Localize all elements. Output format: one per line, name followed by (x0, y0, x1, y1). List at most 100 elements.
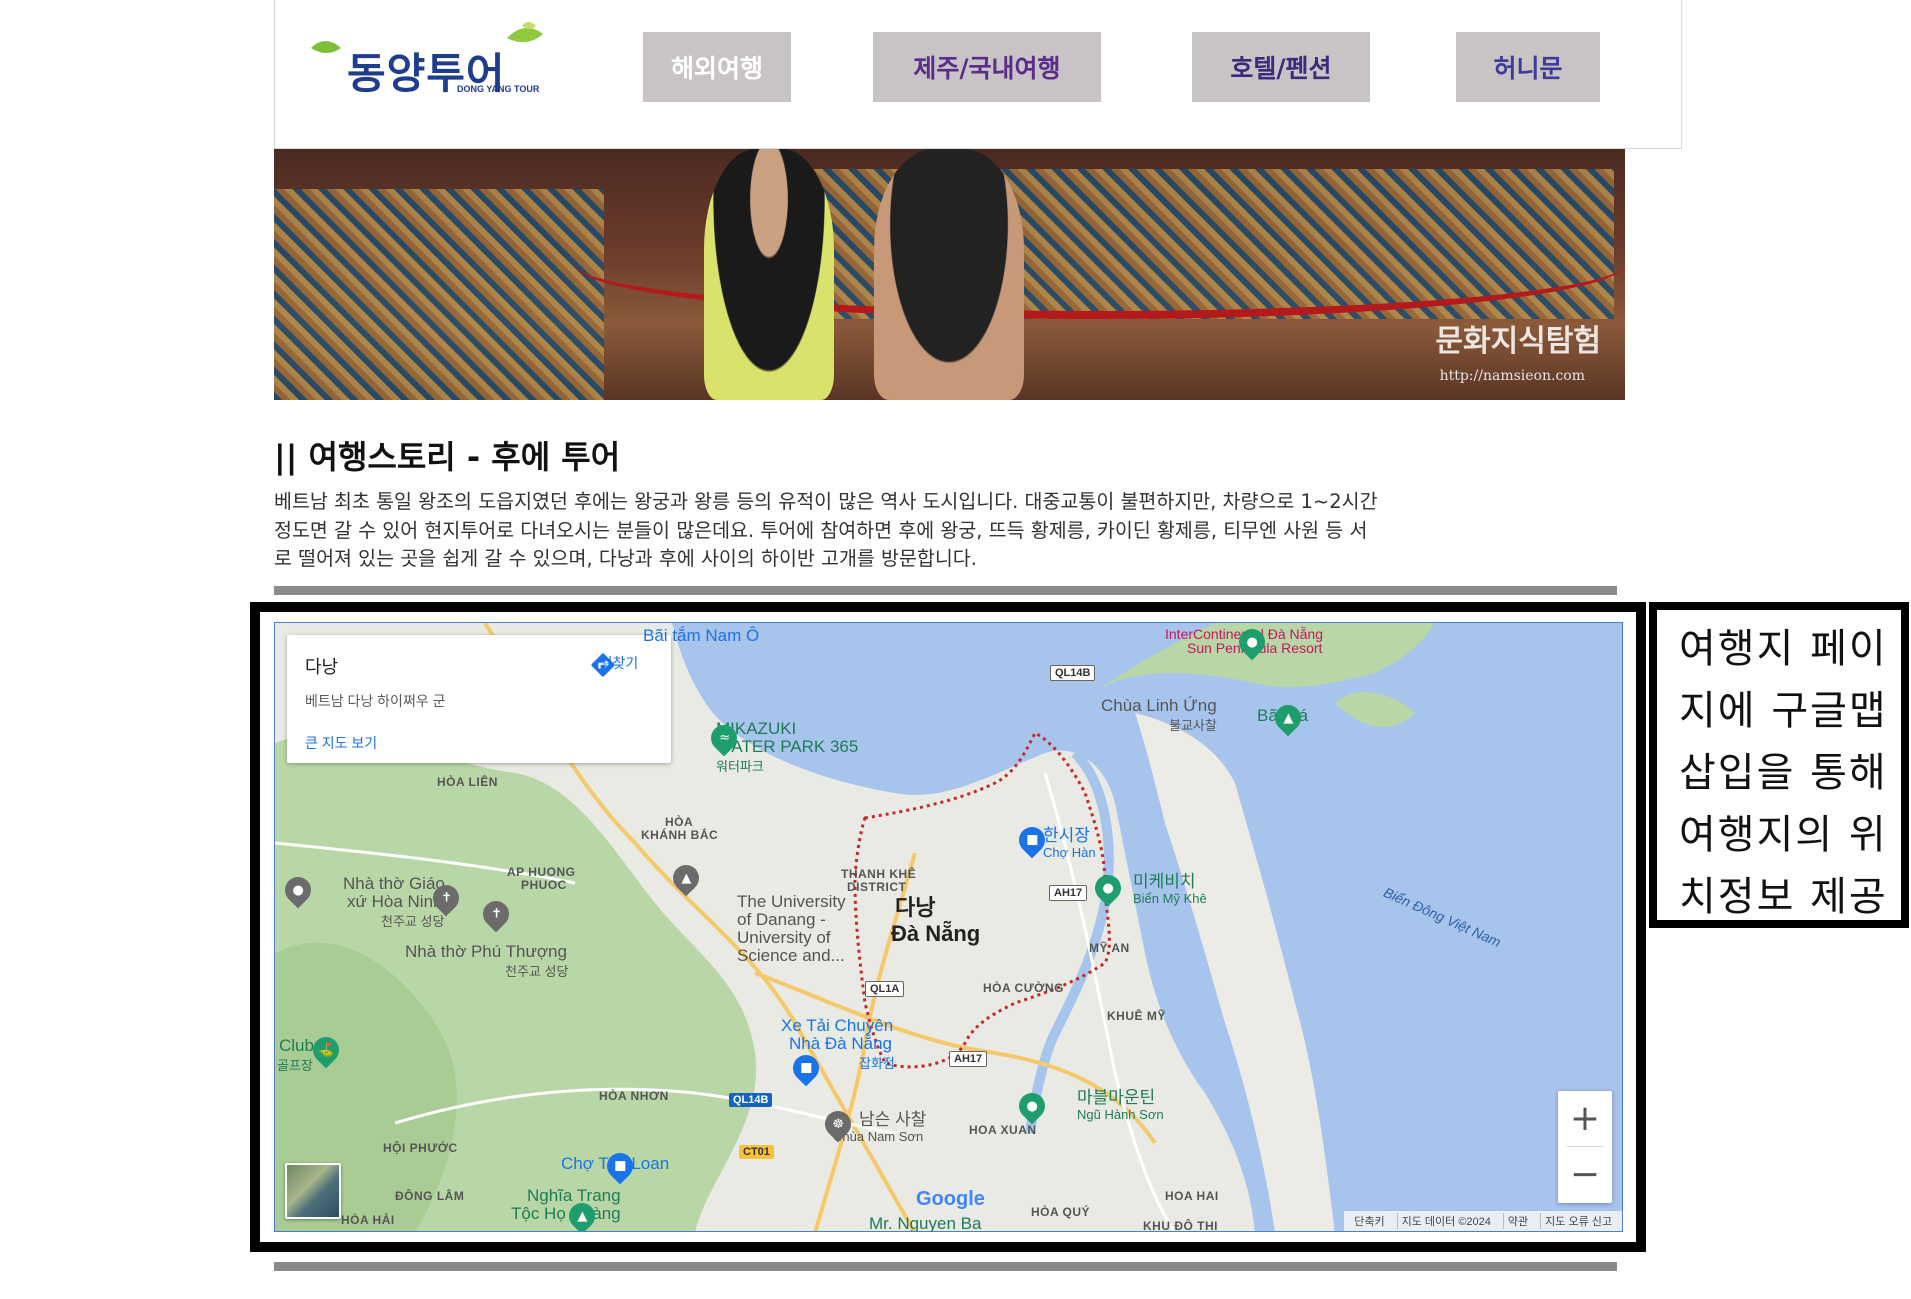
photo-watermark: 문화지식탐험 (1435, 324, 1601, 359)
photo-watermark-url: http://namsieon.com (1439, 368, 1585, 384)
story-line: 정도면 갈 수 있어 현지투어로 다녀오시는 분들이 많은데요. 투어에 참여하… (274, 518, 1368, 542)
map-label[interactable]: Club (279, 1037, 314, 1054)
nav-jeju-domestic[interactable]: 제주/국내여행 (873, 32, 1101, 102)
google-map[interactable]: 다낭 베트남 다낭 하이쩌우 군 큰 지도 보기 길찾기 Bãi tắm Nam… (274, 622, 1623, 1232)
district-label: HÒA NHƠN (599, 1089, 669, 1103)
terms-link[interactable]: 약관 (1502, 1213, 1532, 1229)
district-label: HOA HAI (1165, 1189, 1219, 1203)
directions-icon (591, 653, 615, 677)
road-shield: CT01 (739, 1145, 774, 1159)
map-footer: 단축키 지도 데이터 ©2024 약관 지도 오류 신고 (1344, 1211, 1622, 1231)
hero-decor-panel (274, 189, 604, 400)
road-shield: AH17 (1049, 885, 1088, 901)
road-shield: QL14B (729, 1093, 773, 1107)
place-address: 베트남 다낭 하이쩌우 군 (305, 693, 446, 709)
district-label: HÒA HẢI (341, 1213, 395, 1227)
story-title: || 여행스토리 - 후에 투어 (274, 438, 621, 476)
hero-photo: 문화지식탐험 http://namsieon.com (274, 149, 1625, 400)
map-label[interactable]: Nhà thờ Giáo (343, 875, 445, 892)
map-label[interactable]: 마블마운틴 (1077, 1089, 1155, 1106)
map-label[interactable]: Nhà thờ Phú Thượng (405, 943, 567, 960)
map-label[interactable]: Tộc Họ Hoàng (511, 1205, 621, 1222)
place-info-card: 다낭 베트남 다낭 하이쩌우 군 큰 지도 보기 길찾기 (287, 635, 671, 763)
logo-subtitle: DONG YANG TOUR (457, 84, 540, 94)
divider (274, 1262, 1617, 1271)
district-label: KHÁNH BẮC (641, 828, 719, 842)
map-label[interactable]: Nhà Đà Nẵng (789, 1035, 892, 1052)
district-label: HÒA CƯỜNG (983, 981, 1064, 995)
map-label: Biển Mỹ Khê (1133, 891, 1207, 906)
annotation-box: 여행지 페이 지에 구글맵 삽입을 통해 여행지의 위 치정보 제공 (1649, 602, 1909, 928)
district-label: KHUÊ MỸ (1107, 1009, 1166, 1023)
story-line: 로 떨어져 있는 곳을 쉽게 갈 수 있으며, 다낭과 후에 사이의 하이반 고… (274, 547, 977, 570)
annotation-line: 삽입을 통해 (1679, 750, 1888, 796)
road-shield: AH17 (949, 1051, 988, 1067)
hero-person (874, 149, 1024, 400)
report-error-link[interactable]: 지도 오류 신고 (1540, 1213, 1616, 1229)
nav-overseas-travel[interactable]: 해외여행 (643, 32, 791, 102)
divider (274, 586, 1617, 595)
map-label[interactable]: The University (737, 893, 846, 910)
map-label[interactable]: 미케비치 (1133, 873, 1196, 890)
zoom-in-button[interactable]: + (1558, 1091, 1612, 1147)
map-label[interactable]: Nghĩa Trang (527, 1187, 621, 1204)
map-label[interactable]: xứ Hòa Ninh (347, 893, 442, 910)
map-label[interactable]: University of (737, 929, 831, 946)
zoom-separator (1566, 1146, 1604, 1147)
district-label: AP HUONG (507, 865, 576, 879)
map-label: 천주교 성당 (505, 964, 569, 979)
district-label: MỸ AN (1089, 941, 1130, 955)
map-label: 워터파크 (716, 759, 764, 774)
google-logo: Google (916, 1188, 985, 1211)
district-label: THANH KHÊ (841, 867, 917, 881)
district-label: HÒA LIÊN (437, 775, 498, 789)
satellite-toggle[interactable] (285, 1163, 341, 1219)
annotation-line: 여행지 페이 (1679, 626, 1888, 672)
keyboard-shortcuts-link[interactable]: 단축키 (1350, 1213, 1388, 1229)
map-data-credit: 지도 데이터 ©2024 (1396, 1213, 1495, 1229)
road-shield: QL1A (865, 981, 905, 997)
map-label[interactable]: of Danang - (737, 911, 826, 928)
map-label: Ngũ Hành Sơn (1077, 1107, 1164, 1122)
site-header: 동양투어 DONG YANG TOUR 해외여행 제주/국내여행 호텔/펜션 허… (274, 0, 1682, 149)
nav-honeymoon[interactable]: 허니문 (1456, 32, 1600, 102)
zoom-out-button[interactable]: − (1558, 1147, 1612, 1203)
map-label: Chợ Hàn (1043, 845, 1096, 860)
larger-map-link[interactable]: 큰 지도 보기 (305, 733, 377, 753)
map-label[interactable]: 한시장 (1043, 827, 1090, 844)
place-name: 다낭 (305, 657, 339, 677)
annotation-line: 치정보 제공 (1679, 874, 1888, 920)
google-logo-text: Google (916, 1188, 985, 1210)
district-label: HÒA (665, 815, 694, 829)
annotation-line: 여행지의 위 (1679, 812, 1888, 858)
logo[interactable]: 동양투어 DONG YANG TOUR (307, 18, 557, 102)
annotation-line: 지에 구글맵 (1679, 688, 1888, 734)
story-line: 베트남 최초 통일 왕조의 도읍지였던 후에는 왕궁과 왕릉 등의 유적이 많은… (274, 490, 1378, 513)
map-label[interactable]: Science and... (737, 947, 845, 964)
district-label: HỘI PHƯỚC (383, 1141, 458, 1155)
map-label[interactable]: Bãi tắm Nam Ô (643, 627, 759, 644)
district-label: PHUOC (521, 878, 567, 892)
district-label: HÒA QUÝ (1031, 1205, 1091, 1219)
city-label-ko: 다낭 (895, 895, 936, 920)
map-label: 불교사찰 (1169, 718, 1217, 733)
map-label: 잡화점 (859, 1056, 895, 1071)
map-label: 천주교 성당 (381, 914, 445, 929)
map-label[interactable]: Chùa Linh Ứng (1101, 697, 1217, 714)
district-label: ĐÔNG LÂM (395, 1189, 465, 1203)
district-label: KHU ĐÔ THỊ (1143, 1219, 1218, 1232)
road-shield: QL14B (1050, 665, 1096, 681)
city-label-vi: Đà Nẵng (891, 921, 981, 946)
zoom-control: + − (1558, 1091, 1612, 1203)
nav-hotel-pension[interactable]: 호텔/펜션 (1192, 32, 1370, 102)
map-label[interactable]: WATER PARK 365 (716, 738, 858, 755)
map-label[interactable]: 남슨 사찰 (859, 1111, 926, 1128)
story-body: 베트남 최초 통일 왕조의 도읍지였던 후에는 왕궁과 왕릉 등의 유적이 많은… (274, 488, 1604, 574)
directions-button[interactable]: 길찾기 (589, 651, 649, 677)
hero-person (704, 149, 834, 400)
district-label: DISTRICT (847, 880, 907, 894)
map-label[interactable]: Mr. Nguyen Ba (869, 1215, 981, 1231)
map-label: 골프장 (277, 1058, 313, 1073)
map-label[interactable]: Xe Tải Chuyên (781, 1017, 893, 1034)
district-label: HOA XUAN (969, 1123, 1037, 1137)
